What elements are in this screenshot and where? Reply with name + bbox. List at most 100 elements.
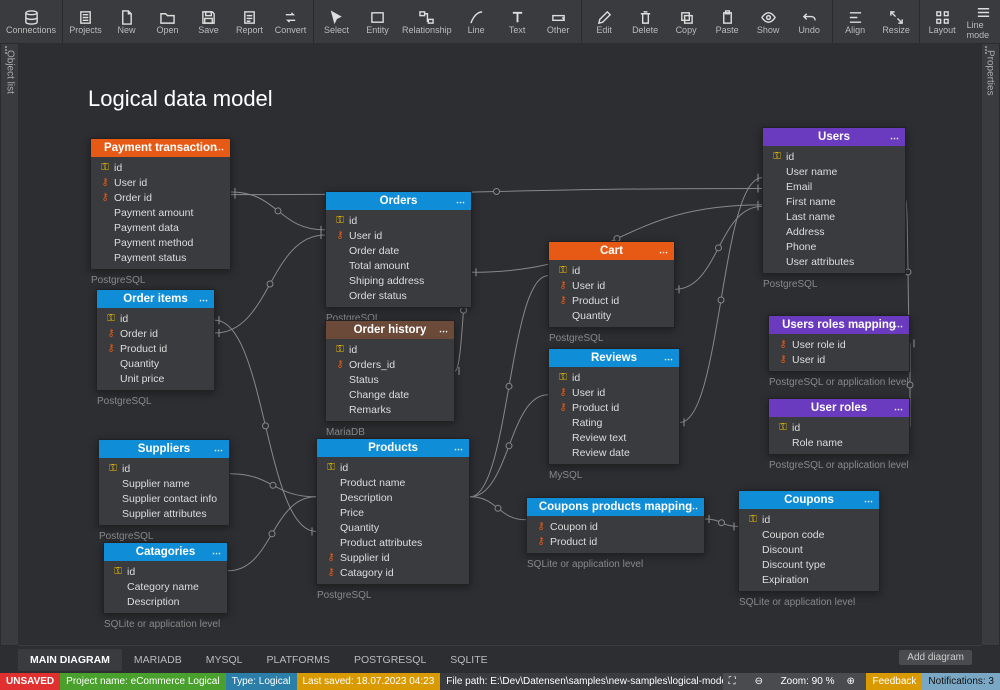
status-notifications[interactable]: Notifications: 3: [922, 673, 1000, 690]
delete-button[interactable]: Delete: [625, 0, 666, 43]
entity-menu-icon[interactable]: ⋯: [659, 247, 669, 258]
entity-field[interactable]: Last name: [763, 209, 905, 224]
entity-field[interactable]: First name: [763, 194, 905, 209]
entity-field[interactable]: Discount: [739, 542, 879, 557]
line-button[interactable]: Line: [456, 0, 497, 43]
entity-field[interactable]: Description: [104, 594, 227, 609]
edit-button[interactable]: Edit: [584, 0, 625, 43]
entity-coupons[interactable]: Coupons⋯ ⚿idCoupon codeDiscountDiscount t…: [738, 490, 880, 592]
entity-header[interactable]: Users roles mapping⋯: [769, 316, 909, 334]
entity-field[interactable]: Rating: [549, 415, 679, 430]
entity-field[interactable]: Discount type: [739, 557, 879, 572]
entity-field[interactable]: Review date: [549, 445, 679, 460]
entity-field[interactable]: Change date: [326, 387, 454, 402]
entity-field[interactable]: ⚿id: [97, 311, 214, 326]
entity-orderitems[interactable]: Order items⋯⚿id⚷Order id⚷Product idQuant…: [96, 289, 215, 391]
entity-menu-icon[interactable]: ⋯: [894, 404, 904, 415]
entity-header[interactable]: Products⋯: [317, 439, 469, 457]
entity-field[interactable]: ⚷Order id: [91, 190, 230, 205]
entity-button[interactable]: Entity: [357, 0, 398, 43]
entity-menu-icon[interactable]: ⋯: [199, 295, 209, 306]
entity-field[interactable]: ⚷User id: [91, 175, 230, 190]
convert-button[interactable]: Convert: [270, 0, 311, 43]
entity-field[interactable]: Category name: [104, 579, 227, 594]
entity-field[interactable]: Payment method: [91, 235, 230, 250]
entity-field[interactable]: Supplier contact info: [99, 491, 229, 506]
entity-field[interactable]: Payment amount: [91, 205, 230, 220]
entity-field[interactable]: ⚷User id: [769, 352, 909, 367]
status-feedback[interactable]: Feedback: [866, 673, 922, 690]
entity-field[interactable]: Order status: [326, 288, 471, 303]
entity-field[interactable]: ⚷Catagory id: [317, 565, 469, 580]
entity-users[interactable]: Users⋯⚿idUser nameEmailFirst nameLast na…: [762, 127, 906, 274]
entity-header[interactable]: Order history⋯: [326, 321, 454, 339]
entity-field[interactable]: ⚷User id: [326, 228, 471, 243]
status-zoom[interactable]: Zoom: 90 %: [775, 673, 841, 690]
entity-header[interactable]: Orders⋯: [326, 192, 471, 210]
text-button[interactable]: Text: [497, 0, 538, 43]
entity-field[interactable]: Product name: [317, 475, 469, 490]
entity-field[interactable]: Coupon code: [739, 527, 879, 542]
entity-field[interactable]: Payment status: [91, 250, 230, 265]
new-button[interactable]: New: [106, 0, 147, 43]
relationship-button[interactable]: Relationship: [398, 0, 456, 43]
entity-orders[interactable]: Orders⋯⚿id⚷User idOrder dateTotal amount…: [325, 191, 472, 308]
entity-header[interactable]: Payment transaction⋯: [91, 139, 230, 157]
fit-icon[interactable]: ⛶: [723, 673, 749, 690]
entity-field[interactable]: Remarks: [326, 402, 454, 417]
select-button[interactable]: Select: [316, 0, 357, 43]
entity-field[interactable]: Supplier name: [99, 476, 229, 491]
tab-main-diagram[interactable]: MAIN DIAGRAM: [18, 649, 122, 671]
entity-header[interactable]: Coupons⋯: [739, 491, 879, 509]
entity-header[interactable]: Users⋯: [763, 128, 905, 146]
entity-userrolemap[interactable]: Users roles mapping⋯ ⚷User role id⚷User i…: [768, 315, 910, 372]
entity-field[interactable]: ⚷Coupon id: [527, 519, 704, 534]
entity-suppliers[interactable]: Suppliers⋯⚿idSupplier nameSupplier conta…: [98, 439, 230, 526]
entity-header[interactable]: Suppliers⋯: [99, 440, 229, 458]
entity-field[interactable]: ⚿id: [104, 564, 227, 579]
tab-sqlite[interactable]: SQLITE: [438, 649, 499, 671]
resize-button[interactable]: Resize: [876, 0, 917, 43]
projects-button[interactable]: Projects: [65, 0, 106, 43]
entity-couponmap[interactable]: Coupons products mapping⋯⚷Coupon id⚷Prod…: [526, 497, 705, 554]
entity-field[interactable]: ⚷Product id: [549, 400, 679, 415]
open-button[interactable]: Open: [147, 0, 188, 43]
entity-field[interactable]: ⚷User id: [549, 278, 674, 293]
entity-field[interactable]: Expiration: [739, 572, 879, 587]
entity-menu-icon[interactable]: ⋯: [664, 354, 674, 365]
entity-menu-icon[interactable]: ⋯: [214, 445, 224, 456]
connections-button[interactable]: Connections: [2, 0, 60, 43]
entity-field[interactable]: Price: [317, 505, 469, 520]
zoom-out-button[interactable]: ⊖: [749, 673, 775, 690]
entity-field[interactable]: Description: [317, 490, 469, 505]
entity-field[interactable]: ⚿id: [739, 512, 879, 527]
entity-cart[interactable]: Cart⋯⚿id⚷User id⚷Product idQuantity: [548, 241, 675, 328]
entity-userroles[interactable]: User roles⋯⚿idRole name: [768, 398, 910, 455]
entity-header[interactable]: Reviews⋯: [549, 349, 679, 367]
entity-field[interactable]: ⚿id: [763, 149, 905, 164]
entity-orderhistory[interactable]: Order history⋯⚿id⚷Orders_idStatusChange …: [325, 320, 455, 422]
entity-field[interactable]: Phone: [763, 239, 905, 254]
entity-field[interactable]: Address: [763, 224, 905, 239]
entity-field[interactable]: ⚿id: [317, 460, 469, 475]
diagram-canvas[interactable]: Logical data model Payment transaction⋯⚿…: [18, 43, 982, 646]
entity-field[interactable]: Shiping address: [326, 273, 471, 288]
entity-menu-icon[interactable]: ⋯: [890, 133, 900, 144]
entity-field[interactable]: ⚿id: [549, 370, 679, 385]
entity-header[interactable]: Catagories⋯: [104, 543, 227, 561]
tab-mariadb[interactable]: MARIADB: [122, 649, 194, 671]
paste-button[interactable]: Paste: [707, 0, 748, 43]
entity-menu-icon[interactable]: ⋯: [689, 503, 699, 514]
other-button[interactable]: Other: [538, 0, 579, 43]
tab-postgresql[interactable]: POSTGRESQL: [342, 649, 438, 671]
tab-mysql[interactable]: MYSQL: [194, 649, 255, 671]
save-button[interactable]: Save: [188, 0, 229, 43]
entity-field[interactable]: Review text: [549, 430, 679, 445]
entity-reviews[interactable]: Reviews⋯⚿id⚷User id⚷Product idRatingRevi…: [548, 348, 680, 465]
entity-field[interactable]: Payment data: [91, 220, 230, 235]
entity-field[interactable]: Quantity: [549, 308, 674, 323]
entity-field[interactable]: ⚿id: [769, 420, 909, 435]
report-button[interactable]: Report: [229, 0, 270, 43]
entity-field[interactable]: ⚷User role id: [769, 337, 909, 352]
entity-field[interactable]: User attributes: [763, 254, 905, 269]
